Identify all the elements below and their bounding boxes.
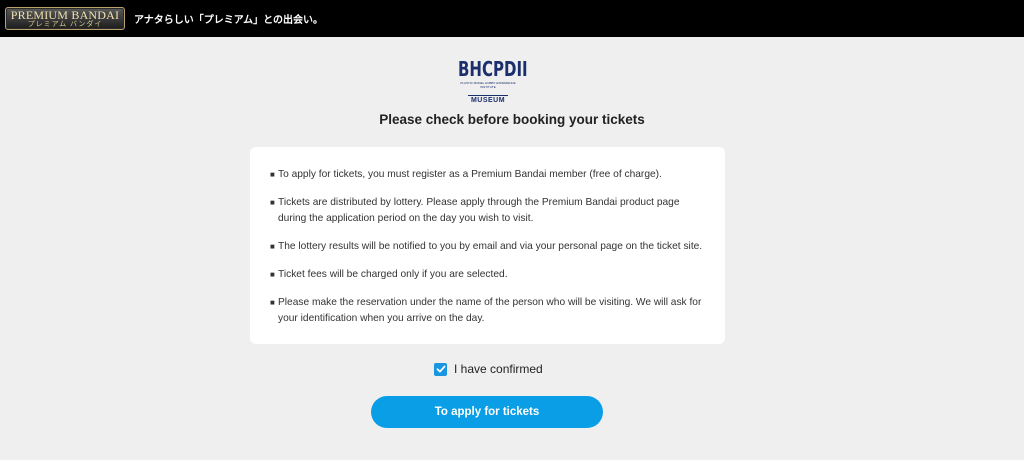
apply-for-tickets-button[interactable]: To apply for tickets: [371, 396, 603, 428]
museum-logo: BHCPDII PLASTIC MODEL HOBBY EXPERIENCE I…: [458, 57, 528, 104]
header-tagline: アナタらしい「プレミアム」との出会い。: [134, 15, 323, 26]
notice-text: To apply for tickets, you must register …: [278, 169, 662, 180]
bullet-icon: ■: [270, 242, 275, 251]
confirm-checkbox[interactable]: [434, 362, 447, 376]
top-bar: PREMIUM BANDAI プレミアム バンダイ アナタらしい「プレミアム」と…: [0, 0, 1024, 37]
notice-item: ■ Ticket fees will be charged only if yo…: [270, 267, 705, 283]
confirm-label: I have confirmed: [454, 362, 543, 376]
bullet-icon: ■: [270, 298, 275, 307]
bullet-icon: ■: [270, 270, 275, 279]
notice-item: ■ To apply for tickets, you must registe…: [270, 167, 705, 183]
brand-logo-main: PREMIUM BANDAI: [10, 8, 120, 22]
page-title: Please check before booking your tickets: [379, 112, 645, 127]
notice-card: ■ To apply for tickets, you must registe…: [250, 147, 725, 344]
notice-text: The lottery results will be notified to …: [278, 241, 703, 252]
notice-text: Ticket fees will be charged only if you …: [278, 269, 508, 280]
confirm-checkbox-row[interactable]: I have confirmed: [434, 362, 543, 376]
check-icon: [436, 365, 445, 373]
notice-text: Please make the reservation under the na…: [278, 297, 702, 324]
museum-logo-small-text: PLASTIC MODEL HOBBY EXPERIENCE INSTITUTE: [460, 81, 516, 89]
bullet-icon: ■: [270, 198, 275, 207]
museum-logo-wordmark: BHCPDII: [458, 57, 528, 82]
notice-text: Tickets are distributed by lottery. Plea…: [278, 197, 680, 224]
premium-bandai-logo[interactable]: PREMIUM BANDAI プレミアム バンダイ: [5, 7, 125, 30]
notice-item: ■ Please make the reservation under the …: [270, 295, 705, 327]
museum-logo-museum: MUSEUM: [467, 95, 509, 105]
notice-item: ■ The lottery results will be notified t…: [270, 239, 705, 255]
notice-item: ■ Tickets are distributed by lottery. Pl…: [270, 195, 705, 227]
bullet-icon: ■: [270, 170, 275, 179]
brand-logo-sub: プレミアム バンダイ: [27, 21, 103, 28]
